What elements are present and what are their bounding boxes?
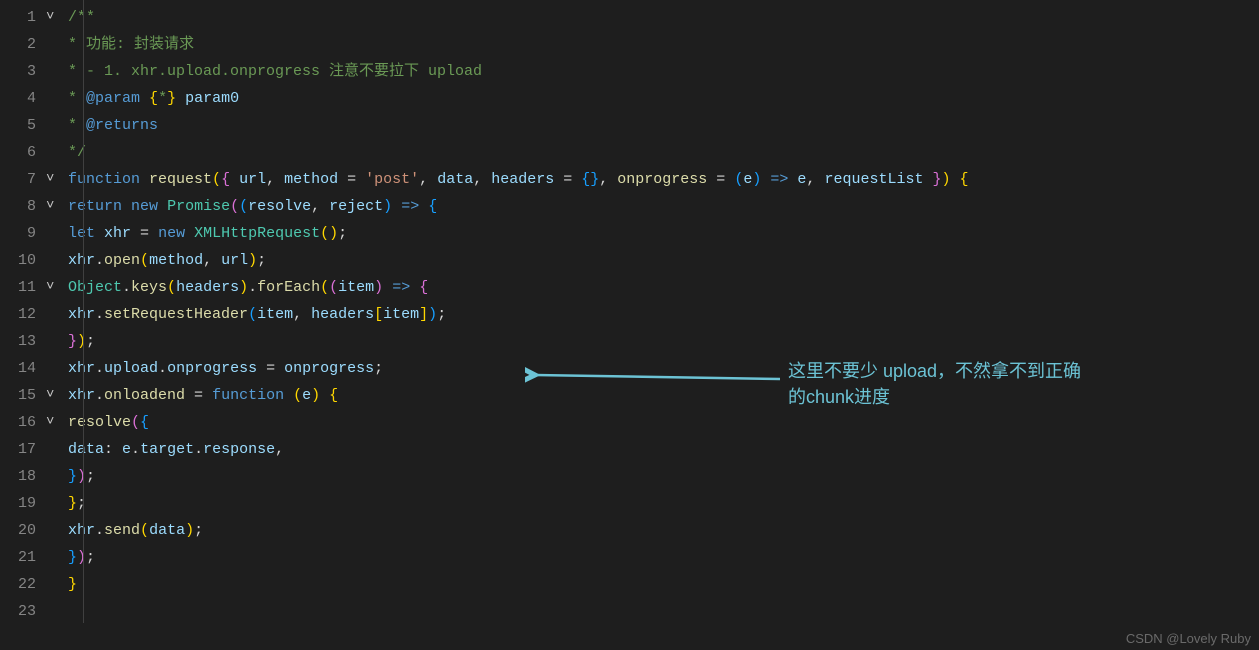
fold-chevron-icon: [46, 490, 68, 517]
fold-chevron-icon: [46, 58, 68, 85]
fold-chevron-icon: [46, 571, 68, 598]
annotation-line-1: 这里不要少 upload，不然拿不到正确: [788, 358, 1258, 384]
fold-chevron-icon: [46, 544, 68, 571]
line-number: 2: [0, 31, 46, 58]
fold-chevron-icon[interactable]: ˅: [46, 166, 68, 193]
line-number: 12: [0, 301, 46, 328]
line-number: 23: [0, 598, 46, 625]
code-line[interactable]: 6 */: [0, 139, 1259, 166]
line-number: 4: [0, 85, 46, 112]
code-line[interactable]: 18 });: [0, 463, 1259, 490]
code-content[interactable]: }: [68, 571, 1259, 598]
code-content[interactable]: [68, 598, 1259, 625]
code-content[interactable]: function request({ url, method = 'post',…: [68, 166, 1259, 193]
line-number: 16: [0, 409, 46, 436]
code-line[interactable]: 4 * @param {*} param0: [0, 85, 1259, 112]
line-number: 6: [0, 139, 46, 166]
code-line[interactable]: 17 data: e.target.response,: [0, 436, 1259, 463]
fold-chevron-icon: [46, 598, 68, 625]
fold-chevron-icon: [46, 517, 68, 544]
watermark: CSDN @Lovely Ruby: [1126, 631, 1251, 646]
fold-chevron-icon: [46, 463, 68, 490]
annotation-text: 这里不要少 upload，不然拿不到正确 的chunk进度: [788, 358, 1258, 410]
code-content[interactable]: */: [68, 139, 1259, 166]
fold-chevron-icon: [46, 328, 68, 355]
line-number: 10: [0, 247, 46, 274]
annotation-line-2: 的chunk进度: [788, 384, 1258, 410]
line-number: 14: [0, 355, 46, 382]
code-content[interactable]: });: [68, 328, 1259, 355]
code-editor[interactable]: 1˅/**2 * 功能: 封装请求3 * - 1. xhr.upload.onp…: [0, 0, 1259, 650]
fold-chevron-icon: [46, 436, 68, 463]
line-number: 1: [0, 4, 46, 31]
code-line[interactable]: 1˅/**: [0, 4, 1259, 31]
code-line[interactable]: 23: [0, 598, 1259, 625]
code-content[interactable]: xhr.setRequestHeader(item, headers[item]…: [68, 301, 1259, 328]
line-number: 5: [0, 112, 46, 139]
fold-chevron-icon: [46, 139, 68, 166]
fold-chevron-icon: [46, 31, 68, 58]
code-content[interactable]: * @returns: [68, 112, 1259, 139]
code-content[interactable]: let xhr = new XMLHttpRequest();: [68, 220, 1259, 247]
line-number: 20: [0, 517, 46, 544]
fold-chevron-icon: [46, 112, 68, 139]
line-number: 7: [0, 166, 46, 193]
code-content[interactable]: * @param {*} param0: [68, 85, 1259, 112]
code-line[interactable]: 9 let xhr = new XMLHttpRequest();: [0, 220, 1259, 247]
code-content[interactable]: });: [68, 544, 1259, 571]
fold-chevron-icon[interactable]: ˅: [46, 409, 68, 436]
code-line[interactable]: 19 };: [0, 490, 1259, 517]
code-line[interactable]: 3 * - 1. xhr.upload.onprogress 注意不要拉下 up…: [0, 58, 1259, 85]
code-line[interactable]: 11˅ Object.keys(headers).forEach((item) …: [0, 274, 1259, 301]
line-number: 22: [0, 571, 46, 598]
code-content[interactable]: resolve({: [68, 409, 1259, 436]
code-line[interactable]: 7˅function request({ url, method = 'post…: [0, 166, 1259, 193]
code-line[interactable]: 2 * 功能: 封装请求: [0, 31, 1259, 58]
code-content[interactable]: xhr.open(method, url);: [68, 247, 1259, 274]
code-line[interactable]: 20 xhr.send(data);: [0, 517, 1259, 544]
code-content[interactable]: * - 1. xhr.upload.onprogress 注意不要拉下 uplo…: [68, 58, 1259, 85]
code-content[interactable]: };: [68, 490, 1259, 517]
line-number: 19: [0, 490, 46, 517]
code-line[interactable]: 21 });: [0, 544, 1259, 571]
code-line[interactable]: 16˅ resolve({: [0, 409, 1259, 436]
code-content[interactable]: xhr.send(data);: [68, 517, 1259, 544]
fold-chevron-icon: [46, 247, 68, 274]
code-line[interactable]: 5 * @returns: [0, 112, 1259, 139]
code-line[interactable]: 12 xhr.setRequestHeader(item, headers[it…: [0, 301, 1259, 328]
fold-chevron-icon: [46, 220, 68, 247]
fold-chevron-icon[interactable]: ˅: [46, 193, 68, 220]
line-number: 9: [0, 220, 46, 247]
fold-chevron-icon[interactable]: ˅: [46, 4, 68, 31]
fold-chevron-icon[interactable]: ˅: [46, 274, 68, 301]
line-number: 18: [0, 463, 46, 490]
fold-chevron-icon: [46, 85, 68, 112]
code-line[interactable]: 8˅ return new Promise((resolve, reject) …: [0, 193, 1259, 220]
line-number: 15: [0, 382, 46, 409]
line-number: 8: [0, 193, 46, 220]
code-content[interactable]: /**: [68, 4, 1259, 31]
line-number: 3: [0, 58, 46, 85]
code-content[interactable]: return new Promise((resolve, reject) => …: [68, 193, 1259, 220]
fold-chevron-icon[interactable]: ˅: [46, 382, 68, 409]
line-number: 11: [0, 274, 46, 301]
code-content[interactable]: * 功能: 封装请求: [68, 31, 1259, 58]
line-number: 17: [0, 436, 46, 463]
code-content[interactable]: });: [68, 463, 1259, 490]
line-number: 13: [0, 328, 46, 355]
code-content[interactable]: Object.keys(headers).forEach((item) => {: [68, 274, 1259, 301]
fold-chevron-icon: [46, 301, 68, 328]
line-number: 21: [0, 544, 46, 571]
fold-chevron-icon: [46, 355, 68, 382]
code-line[interactable]: 10 xhr.open(method, url);: [0, 247, 1259, 274]
code-content[interactable]: data: e.target.response,: [68, 436, 1259, 463]
code-line[interactable]: 22}: [0, 571, 1259, 598]
code-line[interactable]: 13 });: [0, 328, 1259, 355]
